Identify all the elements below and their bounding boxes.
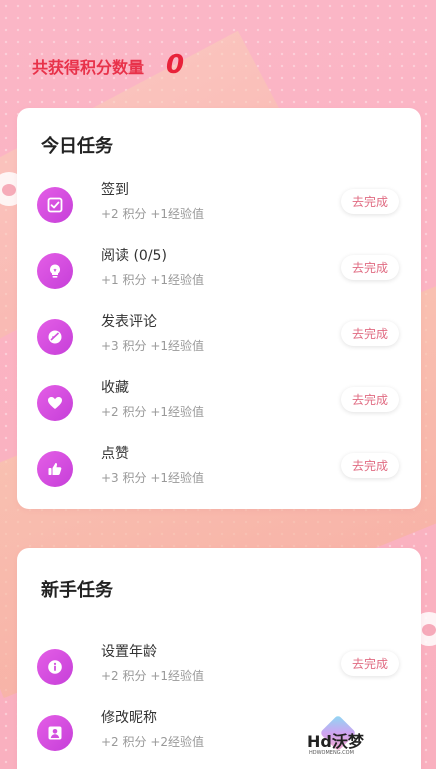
task-item-like: 点赞 +3 积分 +1经验值 去完成: [37, 443, 409, 493]
watermark-text: Hd沃梦: [307, 732, 364, 751]
complete-task-button[interactable]: 去完成: [341, 387, 399, 412]
task-name: 签到: [101, 182, 129, 198]
task-reward: +3 积分 +1经验值: [101, 339, 205, 353]
user-icon: [37, 715, 73, 751]
task-item-set-age: 设置年龄 +2 积分 +1经验值 去完成: [37, 641, 409, 691]
task-reward: +2 积分 +1经验值: [101, 207, 205, 221]
watermark-subtext: HDWOMENG.COM: [309, 750, 354, 756]
task-reward: +3 积分 +1经验值: [101, 471, 205, 485]
info-icon: [37, 649, 73, 685]
checkbox-icon: [37, 187, 73, 223]
task-item-read: 阅读 (0/5) +1 积分 +1经验值 去完成: [37, 245, 409, 295]
task-name: 点赞: [101, 446, 129, 462]
task-name: 阅读 (0/5): [101, 248, 167, 264]
task-center-page: 共获得积分数量 0 今日任务 签到 +2 积分 +1经验值 去完成 阅读 (0/…: [0, 0, 436, 769]
heart-icon: [37, 385, 73, 421]
complete-task-button[interactable]: 去完成: [341, 321, 399, 346]
complete-task-button[interactable]: 去完成: [341, 651, 399, 676]
points-summary: 共获得积分数量 0: [32, 50, 184, 80]
watermark-logo: Hd沃梦 HDWOMENG.COM: [307, 714, 367, 760]
task-reward: +1 积分 +1经验值: [101, 273, 205, 287]
complete-task-button[interactable]: 去完成: [341, 189, 399, 214]
newbie-tasks-title: 新手任务: [41, 580, 113, 601]
thumbs-up-icon: [37, 451, 73, 487]
task-name: 设置年龄: [101, 644, 157, 660]
task-item-comment: 发表评论 +3 积分 +1经验值 去完成: [37, 311, 409, 361]
task-reward: +2 积分 +1经验值: [101, 405, 205, 419]
task-reward: +2 积分 +2经验值: [101, 735, 205, 749]
complete-task-button[interactable]: 去完成: [341, 453, 399, 478]
comment-icon: [37, 319, 73, 355]
task-item-checkin: 签到 +2 积分 +1经验值 去完成: [37, 179, 409, 229]
complete-task-button[interactable]: 去完成: [341, 255, 399, 280]
task-name: 修改昵称: [101, 710, 157, 726]
task-name: 收藏: [101, 380, 129, 396]
task-reward: +2 积分 +1经验值: [101, 669, 205, 683]
daily-tasks-card: 今日任务 签到 +2 积分 +1经验值 去完成 阅读 (0/5) +1 积分 +…: [17, 108, 421, 509]
daily-tasks-title: 今日任务: [41, 136, 113, 157]
lightbulb-icon: [37, 253, 73, 289]
task-name: 发表评论: [101, 314, 157, 330]
task-item-favorite: 收藏 +2 积分 +1经验值 去完成: [37, 377, 409, 427]
points-label: 共获得积分数量: [32, 58, 145, 77]
points-value: 0: [166, 50, 185, 80]
